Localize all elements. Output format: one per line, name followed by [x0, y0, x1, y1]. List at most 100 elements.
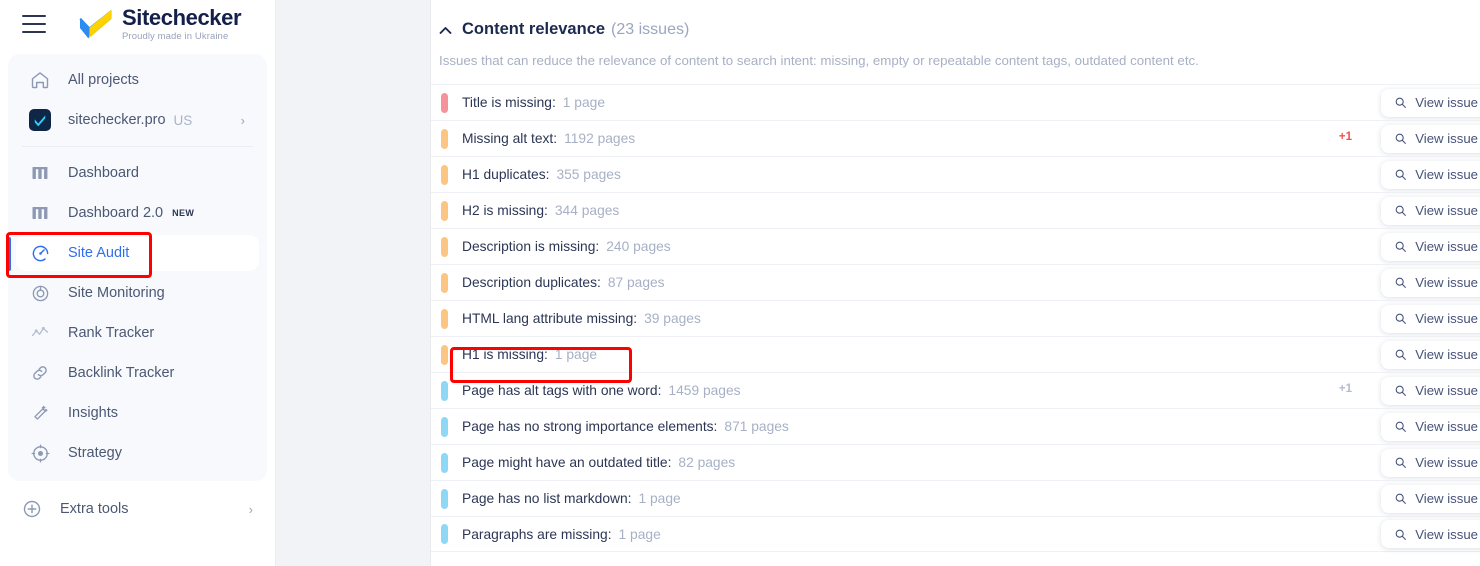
sidebar-item-label: Dashboard: [68, 165, 139, 181]
severity-indicator-orange: [441, 128, 448, 149]
view-issue-button[interactable]: View issue: [1381, 160, 1480, 189]
sidebar-item-label: Rank Tracker: [68, 325, 155, 341]
sidebar-item-label: Backlink Tracker: [68, 365, 175, 381]
row-actions: View issue: [1340, 85, 1480, 121]
section-header[interactable]: Content relevance (23 issues): [431, 0, 1480, 39]
issue-page-count: 344 pages: [554, 203, 620, 218]
issue-row[interactable]: Description duplicates: 87 pages View issu…: [431, 264, 1480, 300]
chevron-right-icon[interactable]: ›: [249, 502, 253, 517]
issue-row[interactable]: Paragraphs are missing: 1 page View issue: [431, 516, 1480, 552]
sidebar-item-label: Extra tools: [60, 501, 129, 517]
sidebar-item-all-projects[interactable]: All projects: [8, 60, 267, 100]
sidebar-item-site-audit[interactable]: Site Audit: [8, 233, 267, 273]
sidebar: Sitechecker Proudly made in Ukraine All …: [0, 0, 276, 566]
strategy-icon: [28, 441, 52, 465]
view-issue-button[interactable]: View issue: [1381, 268, 1480, 297]
row-actions: View issue: [1340, 157, 1480, 193]
view-issue-button[interactable]: View issue: [1381, 124, 1480, 153]
magnifier-icon: [1394, 276, 1407, 289]
view-issue-button[interactable]: View issue: [1381, 232, 1480, 261]
issue-name: H1 is missing:: [462, 347, 548, 362]
dashboard-icon: [28, 161, 52, 185]
view-issue-button[interactable]: View issue: [1381, 196, 1480, 225]
severity-indicator-blue: [441, 488, 448, 509]
sidebar-item-extra-tools[interactable]: Extra tools ›: [0, 489, 275, 529]
issue-name: Page has no list markdown:: [462, 491, 632, 506]
view-issue-label: View issue: [1415, 275, 1478, 290]
view-issue-button[interactable]: View issue: [1381, 412, 1480, 441]
issue-page-count: 871 pages: [724, 419, 789, 434]
site-region-label: US: [173, 112, 193, 128]
row-actions: View issue: [1340, 301, 1480, 337]
issue-row[interactable]: Missing alt text: 1192 pages +1 View issue: [431, 120, 1480, 156]
view-issue-label: View issue: [1415, 347, 1478, 362]
issue-row[interactable]: HTML lang attribute missing: 39 pages View…: [431, 300, 1480, 336]
row-actions: View issue: [1340, 409, 1480, 445]
chevron-right-icon[interactable]: ›: [241, 113, 245, 128]
issue-page-count: 1192 pages: [564, 131, 636, 146]
view-issue-button[interactable]: View issue: [1381, 520, 1480, 548]
view-issue-label: View issue: [1415, 383, 1478, 398]
issues-list: Title is missing: 1 page View issue Missing…: [431, 84, 1480, 552]
issue-row[interactable]: Page has no list markdown: 1 page View iss…: [431, 480, 1480, 516]
brand-logo: Sitechecker Proudly made in Ukraine: [76, 6, 242, 42]
view-issue-button[interactable]: View issue: [1381, 484, 1480, 513]
sidebar-item-label: Strategy: [68, 445, 122, 461]
issue-row[interactable]: H1 duplicates: 355 pages View issue: [431, 156, 1480, 192]
view-issue-button[interactable]: View issue: [1381, 304, 1480, 333]
sidebar-item-label: All projects: [68, 72, 139, 88]
magnifier-icon: [1394, 96, 1407, 109]
issue-row[interactable]: Page might have an outdated title: 82 pag…: [431, 444, 1480, 480]
magnifier-icon: [1394, 384, 1407, 397]
magnifier-icon: [1394, 168, 1407, 181]
issue-page-count: 1 page: [638, 491, 681, 506]
sidebar-item-label: Insights: [68, 405, 118, 421]
severity-indicator-orange: [441, 272, 448, 293]
view-issue-button[interactable]: View issue: [1381, 88, 1480, 117]
sidebar-item-insights[interactable]: Insights: [8, 393, 267, 433]
issue-page-count: 39 pages: [644, 311, 701, 326]
sidebar-item-dashboard[interactable]: Dashboard: [8, 153, 267, 193]
view-issue-button[interactable]: View issue: [1381, 376, 1480, 405]
sitechecker-checkmark-icon: [76, 9, 116, 39]
issue-name: Description is missing:: [462, 239, 600, 254]
view-issue-button[interactable]: View issue: [1381, 340, 1480, 369]
row-actions: View issue: [1340, 193, 1480, 229]
main-content: Content relevance (23 issues) Issues tha…: [431, 0, 1480, 566]
magnifier-icon: [1394, 420, 1407, 433]
row-actions: View issue: [1340, 265, 1480, 301]
sidebar-item-rank-tracker[interactable]: Rank Tracker: [8, 313, 267, 353]
sidebar-header: Sitechecker Proudly made in Ukraine: [0, 0, 275, 48]
magnifier-icon: [1394, 204, 1407, 217]
issue-page-count: 240 pages: [606, 239, 671, 254]
severity-indicator-orange: [441, 308, 448, 329]
issue-row[interactable]: Page has no strong importance elements: 8…: [431, 408, 1480, 444]
issue-row[interactable]: Page has alt tags with one word: 1459 pag…: [431, 372, 1480, 408]
view-issue-label: View issue: [1415, 167, 1478, 182]
chevron-up-icon[interactable]: [439, 23, 452, 38]
sidebar-item-label: Site Monitoring: [68, 285, 165, 301]
view-issue-label: View issue: [1415, 95, 1478, 110]
sidebar-nav-card: All projects sitechecker.pro US › Dashbo…: [8, 54, 267, 481]
issue-row[interactable]: Description is missing: 240 pages View iss…: [431, 228, 1480, 264]
issue-page-count: 1 page: [618, 526, 661, 542]
view-issue-label: View issue: [1415, 239, 1478, 254]
site-favicon-icon: [28, 108, 52, 132]
sidebar-item-backlink-tracker[interactable]: Backlink Tracker: [8, 353, 267, 393]
hamburger-icon[interactable]: [22, 15, 46, 33]
sidebar-item-site-audit-wrapper: Site Audit: [8, 233, 267, 273]
view-issue-label: View issue: [1415, 491, 1478, 506]
sidebar-item-sitechecker-pro[interactable]: sitechecker.pro US ›: [8, 100, 267, 140]
issue-row[interactable]: H1 is missing: 1 page View issue: [431, 336, 1480, 372]
sidebar-item-site-monitoring[interactable]: Site Monitoring: [8, 273, 267, 313]
brand-tagline: Proudly made in Ukraine: [122, 30, 229, 42]
issue-row[interactable]: Title is missing: 1 page View issue: [431, 84, 1480, 120]
site-monitoring-icon: [28, 281, 52, 305]
sidebar-item-strategy[interactable]: Strategy: [8, 433, 267, 473]
severity-indicator-blue: [441, 452, 448, 473]
issue-row[interactable]: H2 is missing: 344 pages View issue: [431, 192, 1480, 228]
sidebar-item-dashboard-2-0[interactable]: Dashboard 2.0 NEW: [8, 193, 267, 233]
view-issue-button[interactable]: View issue: [1381, 448, 1480, 477]
issue-name: Paragraphs are missing:: [462, 526, 612, 542]
sidebar-divider: [22, 146, 253, 147]
